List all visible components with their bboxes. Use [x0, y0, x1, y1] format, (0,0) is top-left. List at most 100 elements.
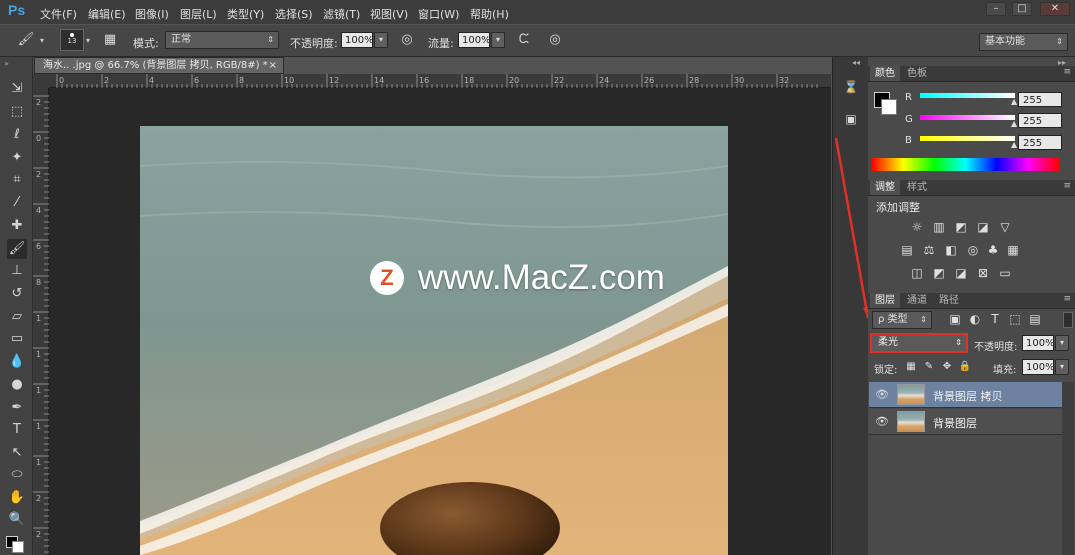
chevron-down-icon[interactable]: ▾: [86, 36, 90, 45]
slider-handle-icon[interactable]: ▲: [1011, 97, 1017, 106]
layer-opacity-dropdown[interactable]: ▾: [1055, 335, 1069, 351]
posterize-icon[interactable]: ◩: [930, 265, 948, 281]
levels-icon[interactable]: ▥: [930, 219, 948, 235]
flow-input[interactable]: 100%: [458, 32, 491, 48]
menu-filter[interactable]: 滤镜(T): [323, 6, 360, 22]
fill-dropdown[interactable]: ▾: [1055, 359, 1069, 375]
channel-r-value[interactable]: 255: [1018, 92, 1062, 107]
photo-filter-icon[interactable]: ◎: [964, 242, 982, 258]
gradient-tool-icon[interactable]: ▭: [7, 329, 27, 349]
close-button[interactable]: ✕: [1040, 2, 1070, 16]
clone-stamp-tool-icon[interactable]: ⊥: [7, 261, 27, 281]
color-balance-icon[interactable]: ⚖: [920, 242, 938, 258]
zoom-tool-icon[interactable]: 🔍: [7, 510, 27, 530]
restore-button[interactable]: □: [1012, 2, 1032, 16]
hand-tool-icon[interactable]: ✋: [7, 488, 27, 508]
slider-handle-icon[interactable]: ▲: [1011, 119, 1017, 128]
eraser-tool-icon[interactable]: ▱: [7, 307, 27, 327]
curves-icon[interactable]: ◩: [952, 219, 970, 235]
tab-swatches[interactable]: 色板: [902, 66, 932, 81]
path-select-tool-icon[interactable]: ↖: [7, 443, 27, 463]
marquee-tool-icon[interactable]: ⬚: [7, 102, 27, 122]
tab-styles[interactable]: 样式: [902, 180, 932, 195]
channel-b-slider[interactable]: [920, 136, 1015, 141]
black-white-icon[interactable]: ◧: [942, 242, 960, 258]
opacity-input[interactable]: 100%: [341, 32, 374, 48]
lock-transparent-icon[interactable]: ▦: [902, 359, 920, 375]
layer-row[interactable]: 👁 背景图层 拷贝: [869, 382, 1062, 408]
dock-collapse-icon[interactable]: ◂◂: [852, 58, 860, 67]
tab-channels[interactable]: 通道: [902, 293, 932, 308]
pressure-size-icon[interactable]: ◎: [545, 31, 565, 49]
layer-filter-select[interactable]: ρ 类型 ⇕: [872, 311, 932, 329]
brush-tool-icon[interactable]: 🖌: [7, 239, 27, 259]
minimize-button[interactable]: –: [986, 2, 1006, 16]
filter-type-icon[interactable]: T: [986, 311, 1004, 327]
channel-g-value[interactable]: 255: [1018, 113, 1062, 128]
filter-pixel-icon[interactable]: ▣: [946, 311, 964, 327]
menu-select[interactable]: 选择(S): [275, 6, 313, 22]
gradient-map-icon[interactable]: ▭: [996, 265, 1014, 281]
color-lookup-icon[interactable]: ▦: [1004, 242, 1022, 258]
quick-select-tool-icon[interactable]: ✦: [7, 148, 27, 168]
type-tool-icon[interactable]: T: [7, 420, 27, 440]
blend-mode-select[interactable]: 柔光 ⇕: [870, 333, 968, 353]
filter-smart-object-icon[interactable]: ▤: [1026, 311, 1044, 327]
menu-type[interactable]: 类型(Y): [227, 6, 264, 22]
channel-r-slider[interactable]: [920, 93, 1015, 98]
menu-help[interactable]: 帮助(H): [470, 6, 509, 22]
pen-tool-icon[interactable]: ✒: [7, 398, 27, 418]
color-spectrum-bar[interactable]: [872, 158, 1059, 171]
menu-file[interactable]: 文件(F): [40, 6, 77, 22]
lock-pixels-icon[interactable]: ✎: [920, 359, 938, 375]
lasso-tool-icon[interactable]: ℓ: [7, 125, 27, 145]
chevron-down-icon[interactable]: ▾: [40, 36, 44, 45]
document-tab[interactable]: 海水.. .jpg @ 66.7% (背景图层 拷贝, RGB/8#) * ×: [34, 57, 284, 74]
tab-adjustments[interactable]: 调整: [870, 180, 900, 195]
menu-edit[interactable]: 编辑(E): [88, 6, 126, 22]
channel-g-slider[interactable]: [920, 115, 1015, 120]
layers-scrollbar[interactable]: [1062, 382, 1074, 555]
menu-view[interactable]: 视图(V): [370, 6, 408, 22]
visibility-eye-icon[interactable]: 👁: [875, 388, 889, 401]
tab-layers[interactable]: 图层: [870, 293, 900, 308]
selective-color-icon[interactable]: ⊠: [974, 265, 992, 281]
tab-color[interactable]: 颜色: [870, 66, 900, 81]
background-swatch[interactable]: [12, 541, 24, 553]
menu-image[interactable]: 图像(I): [135, 6, 169, 22]
visibility-eye-icon[interactable]: 👁: [875, 415, 889, 428]
brush-panel-toggle-icon[interactable]: ▦: [100, 31, 120, 49]
filter-adjustment-icon[interactable]: ◐: [966, 311, 984, 327]
crop-tool-icon[interactable]: ⌗: [7, 170, 27, 190]
flow-dropdown-button[interactable]: ▾: [491, 32, 505, 48]
dodge-tool-icon[interactable]: ●: [7, 375, 27, 395]
channel-b-value[interactable]: 255: [1018, 135, 1062, 150]
blur-tool-icon[interactable]: 💧: [7, 352, 27, 372]
tab-close-icon[interactable]: ×: [269, 58, 277, 73]
pressure-opacity-icon[interactable]: ◎: [397, 31, 417, 49]
brush-tool-preset-icon[interactable]: 🖌: [16, 31, 36, 49]
threshold-icon[interactable]: ◪: [952, 265, 970, 281]
layer-row[interactable]: 👁 背景图层: [869, 409, 1062, 435]
airbrush-icon[interactable]: ᙅ: [514, 31, 534, 49]
layer-opacity-input[interactable]: 100%: [1022, 335, 1055, 351]
tab-paths[interactable]: 路径: [934, 293, 964, 308]
panel-menu-icon[interactable]: ≡: [1063, 67, 1071, 77]
exposure-icon[interactable]: ◪: [974, 219, 992, 235]
panel-menu-icon[interactable]: ≡: [1063, 181, 1071, 191]
slider-handle-icon[interactable]: ▲: [1011, 140, 1017, 149]
mode-select[interactable]: 正常 ⇕: [165, 31, 279, 49]
filter-shape-icon[interactable]: ⬚: [1006, 311, 1024, 327]
hue-saturation-icon[interactable]: ▤: [898, 242, 916, 258]
properties-panel-icon[interactable]: ▣: [842, 110, 860, 128]
shape-tool-icon[interactable]: ⬭: [7, 465, 27, 485]
history-panel-icon[interactable]: ⌛: [842, 78, 860, 96]
fill-input[interactable]: 100%: [1022, 359, 1055, 375]
toolbox-collapse-icon[interactable]: »: [4, 59, 9, 68]
menu-layer[interactable]: 图层(L): [180, 6, 217, 22]
channel-mixer-icon[interactable]: ♣: [984, 242, 1002, 258]
eyedropper-tool-icon[interactable]: ⁄: [7, 193, 27, 213]
healing-brush-tool-icon[interactable]: ✚: [7, 216, 27, 236]
color-background-swatch[interactable]: [881, 99, 897, 115]
menu-window[interactable]: 窗口(W): [418, 6, 459, 22]
